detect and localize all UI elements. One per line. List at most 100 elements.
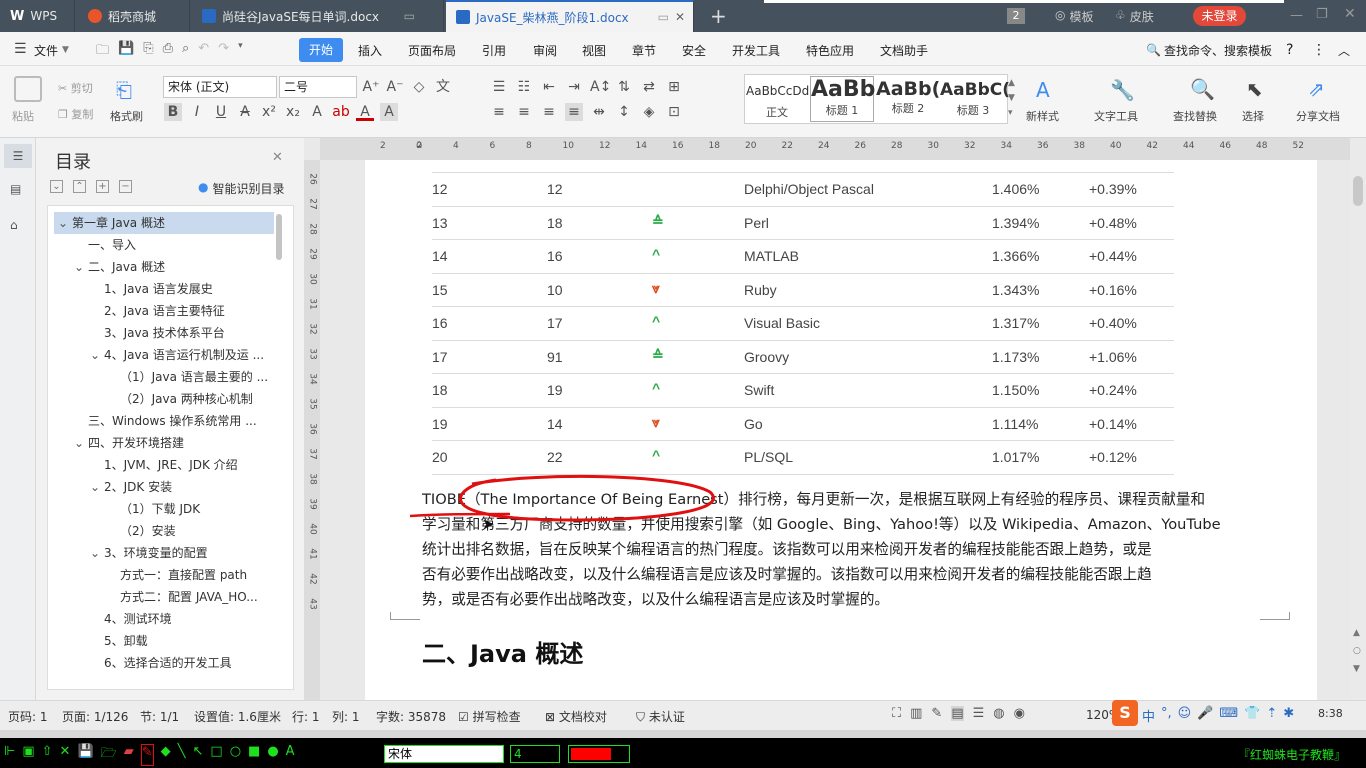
- align-center-icon[interactable]: ≡: [515, 103, 533, 121]
- close-window-icon[interactable]: ✕: [1344, 6, 1356, 22]
- toc-item[interactable]: （1）下载 JDK: [54, 498, 274, 520]
- magnifier-icon[interactable]: 🔍: [1190, 77, 1215, 101]
- text-tools-icon[interactable]: 🔧: [1110, 78, 1135, 102]
- save-icon[interactable]: 💾: [118, 41, 134, 63]
- command-search[interactable]: 🔍 查找命令、搜索模板: [1146, 40, 1272, 60]
- style-scroll-icon[interactable]: ▲ ▼ ▾: [1008, 76, 1015, 121]
- redo-icon[interactable]: ↷: [218, 41, 229, 63]
- toc-item[interactable]: 1、JVM、JRE、JDK 介绍: [54, 454, 274, 476]
- spell-check-button[interactable]: ☑ 拼写检查: [458, 708, 521, 725]
- pen-fill-icon[interactable]: ◆: [161, 744, 171, 766]
- font-color-icon[interactable]: A: [356, 103, 374, 121]
- toc-view-icon[interactable]: ☰: [4, 144, 32, 168]
- align-left-icon[interactable]: ≡: [490, 103, 508, 121]
- indent-marker-icon[interactable]: ⌂: [416, 139, 426, 157]
- pen-arrow-icon[interactable]: ↖: [192, 744, 203, 766]
- toc-item[interactable]: 三、Windows 操作系统常用 ...: [54, 410, 274, 432]
- char-shading-icon[interactable]: A: [380, 103, 398, 121]
- more-icon[interactable]: ▾: [238, 41, 243, 63]
- print-preview-icon[interactable]: ⌕: [182, 41, 189, 63]
- pen-up-icon[interactable]: ⇧: [42, 744, 53, 766]
- menu-review[interactable]: 审阅: [533, 40, 557, 60]
- copy-button[interactable]: ❐ 复制: [58, 106, 93, 122]
- toc-item[interactable]: ⌄ 4、Java 语言运行机制及运 ...: [54, 344, 274, 366]
- certification-status[interactable]: ⛉ 未认证: [636, 708, 685, 725]
- font-size-select[interactable]: 二号: [279, 76, 357, 98]
- toc-expand-icon[interactable]: ⌄: [74, 432, 88, 454]
- bookmark-icon[interactable]: ⌂: [10, 218, 18, 232]
- pen-size-select[interactable]: 4: [510, 745, 560, 763]
- shrink-font-icon[interactable]: A⁻: [386, 78, 404, 96]
- ime-tools-icon[interactable]: ✱: [1283, 706, 1294, 725]
- toc-item[interactable]: ⌄ 3、环境变量的配置: [54, 542, 274, 564]
- align-right-icon[interactable]: ≡: [540, 103, 558, 121]
- bold-icon[interactable]: B: [164, 103, 182, 121]
- style-heading3[interactable]: AaBbC(标题 3: [940, 80, 1010, 118]
- toc-expand-icon[interactable]: ⌄: [90, 344, 104, 366]
- new-style-button[interactable]: 新样式: [1026, 108, 1059, 124]
- menu-dev-tools[interactable]: 开发工具: [732, 40, 780, 60]
- format-painter-icon[interactable]: ⎗: [116, 78, 140, 102]
- menu-doc-assistant[interactable]: 文档助手: [880, 40, 928, 60]
- pen-color-select[interactable]: [568, 745, 630, 763]
- pen-draw-icon[interactable]: ✎: [140, 744, 154, 766]
- distributed-icon[interactable]: ⇹: [590, 103, 608, 121]
- toc-item[interactable]: 2、Java 语言主要特征: [54, 300, 274, 322]
- select-button[interactable]: 选择: [1242, 108, 1264, 124]
- eye-protect-icon[interactable]: ◉: [1014, 706, 1025, 721]
- ime-upload-icon[interactable]: ⇡: [1266, 706, 1277, 725]
- style-heading2[interactable]: AaBb(标题 2: [876, 78, 940, 116]
- menu-chapter[interactable]: 章节: [632, 40, 656, 60]
- doc-proof-button[interactable]: ⊠ 文档校对: [545, 708, 607, 725]
- share-icon[interactable]: ⇗: [1308, 77, 1325, 101]
- cut-button[interactable]: ✂ 剪切: [58, 80, 93, 96]
- heading-java-overview[interactable]: 二、Java 概述: [422, 634, 583, 669]
- sort-icon[interactable]: ⇅: [615, 78, 633, 96]
- toc-item[interactable]: 方式二：配置 JAVA_HO...: [54, 586, 274, 608]
- ime-keyboard-icon[interactable]: ⌨: [1219, 706, 1238, 725]
- menu-security[interactable]: 安全: [682, 40, 706, 60]
- clear-format-icon[interactable]: ◇: [410, 78, 428, 96]
- hamburger-icon[interactable]: ☰: [14, 41, 27, 57]
- menu-start[interactable]: 开始: [299, 38, 343, 62]
- tab-screen-icon[interactable]: ▭: [404, 9, 415, 23]
- numbering-icon[interactable]: ☷: [515, 78, 533, 96]
- toc-item[interactable]: ⌄ 2、JDK 安装: [54, 476, 274, 498]
- file-menu[interactable]: 文件 ▼: [34, 40, 69, 60]
- menu-references[interactable]: 引用: [482, 40, 506, 60]
- restore-icon[interactable]: ❐: [1316, 7, 1328, 22]
- pen-save-icon[interactable]: 💾: [77, 744, 93, 766]
- new-style-icon[interactable]: A: [1036, 78, 1050, 102]
- pen-line-icon[interactable]: ╲: [178, 744, 186, 766]
- cursor-select-icon[interactable]: ⬉: [1246, 77, 1263, 101]
- chapter-view-icon[interactable]: ▤: [10, 182, 21, 196]
- print-icon[interactable]: ⎙: [163, 41, 173, 63]
- tab-doc-words[interactable]: 尚硅谷JavaSE每日单词.docx ▭: [192, 0, 444, 32]
- tab-wps[interactable]: W WPS: [0, 0, 75, 32]
- open-folder-icon[interactable]: 🗀: [96, 41, 109, 63]
- pen-close-icon[interactable]: ✕: [60, 744, 71, 766]
- skin-button[interactable]: ♧ 皮肤: [1115, 8, 1154, 25]
- menu-insert[interactable]: 插入: [358, 40, 382, 60]
- underline-icon[interactable]: U: [212, 103, 230, 121]
- login-button[interactable]: 未登录: [1193, 6, 1246, 26]
- tab-doc-active[interactable]: JavaSE_柴林燕_阶段1.docx ▭ ✕: [446, 0, 694, 32]
- ime-punct-icon[interactable]: °,: [1161, 706, 1172, 725]
- page-view-icon[interactable]: ▤: [951, 706, 964, 721]
- font-name-select[interactable]: 宋体 (正文): [163, 76, 277, 98]
- table-icon[interactable]: ⊞: [665, 78, 683, 96]
- pen-filled-circle-icon[interactable]: ●: [267, 744, 278, 766]
- grow-font-icon[interactable]: A⁺: [362, 78, 380, 96]
- text-effect-icon[interactable]: A: [308, 103, 326, 121]
- toc-item[interactable]: （1）Java 语言最主要的 ...: [54, 366, 274, 388]
- vertical-scrollbar[interactable]: [1350, 138, 1366, 700]
- toc-item[interactable]: 1、Java 语言发展史: [54, 278, 274, 300]
- tab-docer-mall[interactable]: 稻壳商城: [78, 0, 190, 32]
- ime-skin-icon[interactable]: 👕: [1244, 706, 1260, 725]
- pen-menu-icon[interactable]: ⊩: [4, 744, 15, 766]
- text-tools-button[interactable]: 文字工具: [1094, 108, 1138, 124]
- toc-item[interactable]: 3、Java 技术体系平台: [54, 322, 274, 344]
- more-options-icon[interactable]: ⋮: [1312, 40, 1326, 60]
- toc-expand-icon[interactable]: ⌄: [90, 542, 104, 564]
- text-direction-icon[interactable]: A↕: [590, 78, 611, 96]
